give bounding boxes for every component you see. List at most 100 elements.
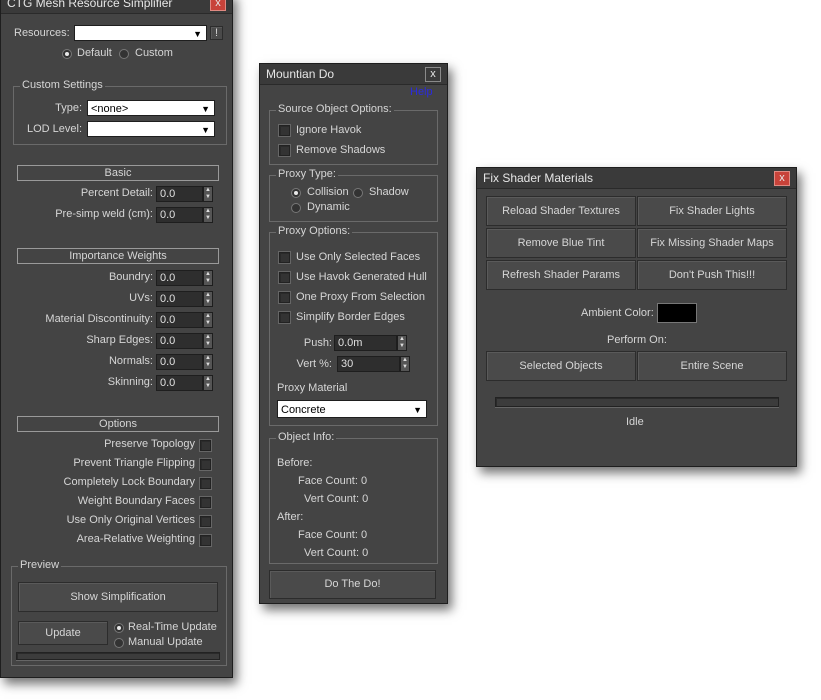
collision-radio[interactable] [291,188,301,198]
percent-detail-spinner[interactable]: 0.0 ▲ ▼ [156,186,214,202]
spinner-arrows-icon[interactable]: ▲ ▼ [203,375,213,391]
weight-value[interactable]: 0.0 [156,312,203,328]
resources-refresh-button[interactable]: ! [210,26,223,40]
dynamic-radio[interactable] [291,203,301,213]
refresh-shader-params-button[interactable]: Refresh Shader Params [486,260,636,290]
lod-level-dropdown[interactable]: ▼ [87,121,215,137]
percent-detail-value[interactable]: 0.0 [156,186,203,202]
ambient-color-swatch[interactable] [657,303,697,323]
ambient-color-label: Ambient Color: [581,307,654,319]
after-vert-count: Vert Count: 0 [304,547,369,559]
spinner-arrows-icon[interactable]: ▲ ▼ [397,335,407,351]
push-value[interactable]: 0.0m [334,335,397,351]
entire-scene-button[interactable]: Entire Scene [637,351,787,381]
preview-group: Preview [11,559,227,666]
use-havok-hull-checkbox[interactable] [279,272,290,283]
fix-shader-titlebar[interactable]: Fix Shader Materials x [477,168,796,189]
ignore-havok-checkbox[interactable] [279,125,290,136]
fix-shader-title: Fix Shader Materials [483,171,594,185]
option-checkbox[interactable] [200,478,211,489]
type-dropdown[interactable]: <none> ▼ [87,100,215,116]
simplifier-titlebar[interactable]: CTG Mesh Resource Simplifier x [1,0,232,14]
weight-value[interactable]: 0.0 [156,354,203,370]
source-object-options-group: Source Object Options: [269,103,438,165]
custom-radio[interactable] [119,49,129,59]
selected-objects-button[interactable]: Selected Objects [486,351,636,381]
one-proxy-checkbox[interactable] [279,292,290,303]
spinner-arrows-icon[interactable]: ▲ ▼ [203,354,213,370]
simplify-border-checkbox[interactable] [279,312,290,323]
option-checkbox[interactable] [200,497,211,508]
weight-spinner[interactable]: 0.0 ▲ ▼ [156,375,214,391]
option-checkbox[interactable] [200,516,211,527]
spinner-arrows-icon[interactable]: ▲ ▼ [203,291,213,307]
proxy-material-dropdown[interactable]: Concrete ▼ [277,400,427,418]
vert-percent-spinner[interactable]: 30 ▲ ▼ [337,356,411,372]
use-only-selected-faces-label: Use Only Selected Faces [296,251,421,263]
spinner-arrows-icon[interactable]: ▲ ▼ [203,312,213,328]
basic-header: Basic [17,165,219,181]
preweld-spinner[interactable]: 0.0 ▲ ▼ [156,207,214,223]
default-radio[interactable] [62,49,72,59]
status-label: Idle [626,416,644,428]
mountian-titlebar[interactable]: Mountian Do x [260,64,447,85]
collision-label: Collision [307,186,349,198]
reload-shader-textures-button[interactable]: Reload Shader Textures [486,196,636,226]
option-checkbox[interactable] [200,459,211,470]
push-label: Push: [303,337,332,349]
show-simplification-button[interactable]: Show Simplification [18,582,218,612]
proxy-type-title: Proxy Type: [276,168,338,180]
spinner-arrows-icon[interactable]: ▲ ▼ [203,270,213,286]
remove-blue-tint-button[interactable]: Remove Blue Tint [486,228,636,258]
manual-update-radio[interactable] [114,638,124,648]
preweld-value[interactable]: 0.0 [156,207,203,223]
fix-missing-shader-maps-button[interactable]: Fix Missing Shader Maps [637,228,787,258]
realtime-update-radio[interactable] [114,623,124,633]
push-spinner[interactable]: 0.0m ▲ ▼ [334,335,408,351]
weight-spinner[interactable]: 0.0 ▲ ▼ [156,312,214,328]
chevron-down-icon: ▼ [201,125,210,135]
mountian-window: Mountian Do x Help Source Object Options… [259,63,448,604]
dynamic-label: Dynamic [307,201,350,213]
option-label: Weight Boundary Faces [77,495,195,507]
close-icon[interactable]: x [210,0,226,11]
vert-percent-value[interactable]: 30 [337,356,400,372]
use-only-selected-faces-checkbox[interactable] [279,252,290,263]
chevron-down-icon: ▼ [201,104,210,114]
weight-value[interactable]: 0.0 [156,291,203,307]
fix-shader-window: Fix Shader Materials x Reload Shader Tex… [476,167,797,467]
resources-dropdown[interactable]: ▼ [74,25,207,41]
spinner-arrows-icon[interactable]: ▲ ▼ [400,356,410,372]
simplify-border-label: Simplify Border Edges [296,311,405,323]
proxy-type-group: Proxy Type: [269,168,438,222]
preweld-label: Pre-simp weld (cm): [55,208,153,220]
remove-shadows-label: Remove Shadows [296,144,386,156]
option-checkbox[interactable] [200,535,211,546]
mountian-title: Mountian Do [266,67,335,81]
custom-radio-label: Custom [135,47,173,59]
weight-value[interactable]: 0.0 [156,270,203,286]
weight-spinner[interactable]: 0.0 ▲ ▼ [156,333,214,349]
after-label: After: [277,511,304,523]
option-checkbox[interactable] [200,440,211,451]
update-button[interactable]: Update [18,621,108,645]
weight-value[interactable]: 0.0 [156,333,203,349]
help-link[interactable]: Help [410,86,433,98]
shadow-radio[interactable] [353,188,363,198]
do-the-do-button[interactable]: Do The Do! [269,570,436,599]
close-icon[interactable]: x [774,171,790,186]
weight-label: Skinning: [107,376,153,388]
weight-value[interactable]: 0.0 [156,375,203,391]
fix-shader-lights-button[interactable]: Fix Shader Lights [637,196,787,226]
weight-spinner[interactable]: 0.0 ▲ ▼ [156,354,214,370]
weight-spinner[interactable]: 0.0 ▲ ▼ [156,270,214,286]
weight-spinner[interactable]: 0.0 ▲ ▼ [156,291,214,307]
close-icon[interactable]: x [425,67,441,82]
remove-shadows-checkbox[interactable] [279,145,290,156]
weight-label: Sharp Edges: [86,334,153,346]
spinner-arrows-icon[interactable]: ▲ ▼ [203,186,213,202]
dont-push-this-button[interactable]: Don't Push This!!! [637,260,787,290]
option-label: Completely Lock Boundary [63,476,195,488]
spinner-arrows-icon[interactable]: ▲ ▼ [203,333,213,349]
spinner-arrows-icon[interactable]: ▲ ▼ [203,207,213,223]
